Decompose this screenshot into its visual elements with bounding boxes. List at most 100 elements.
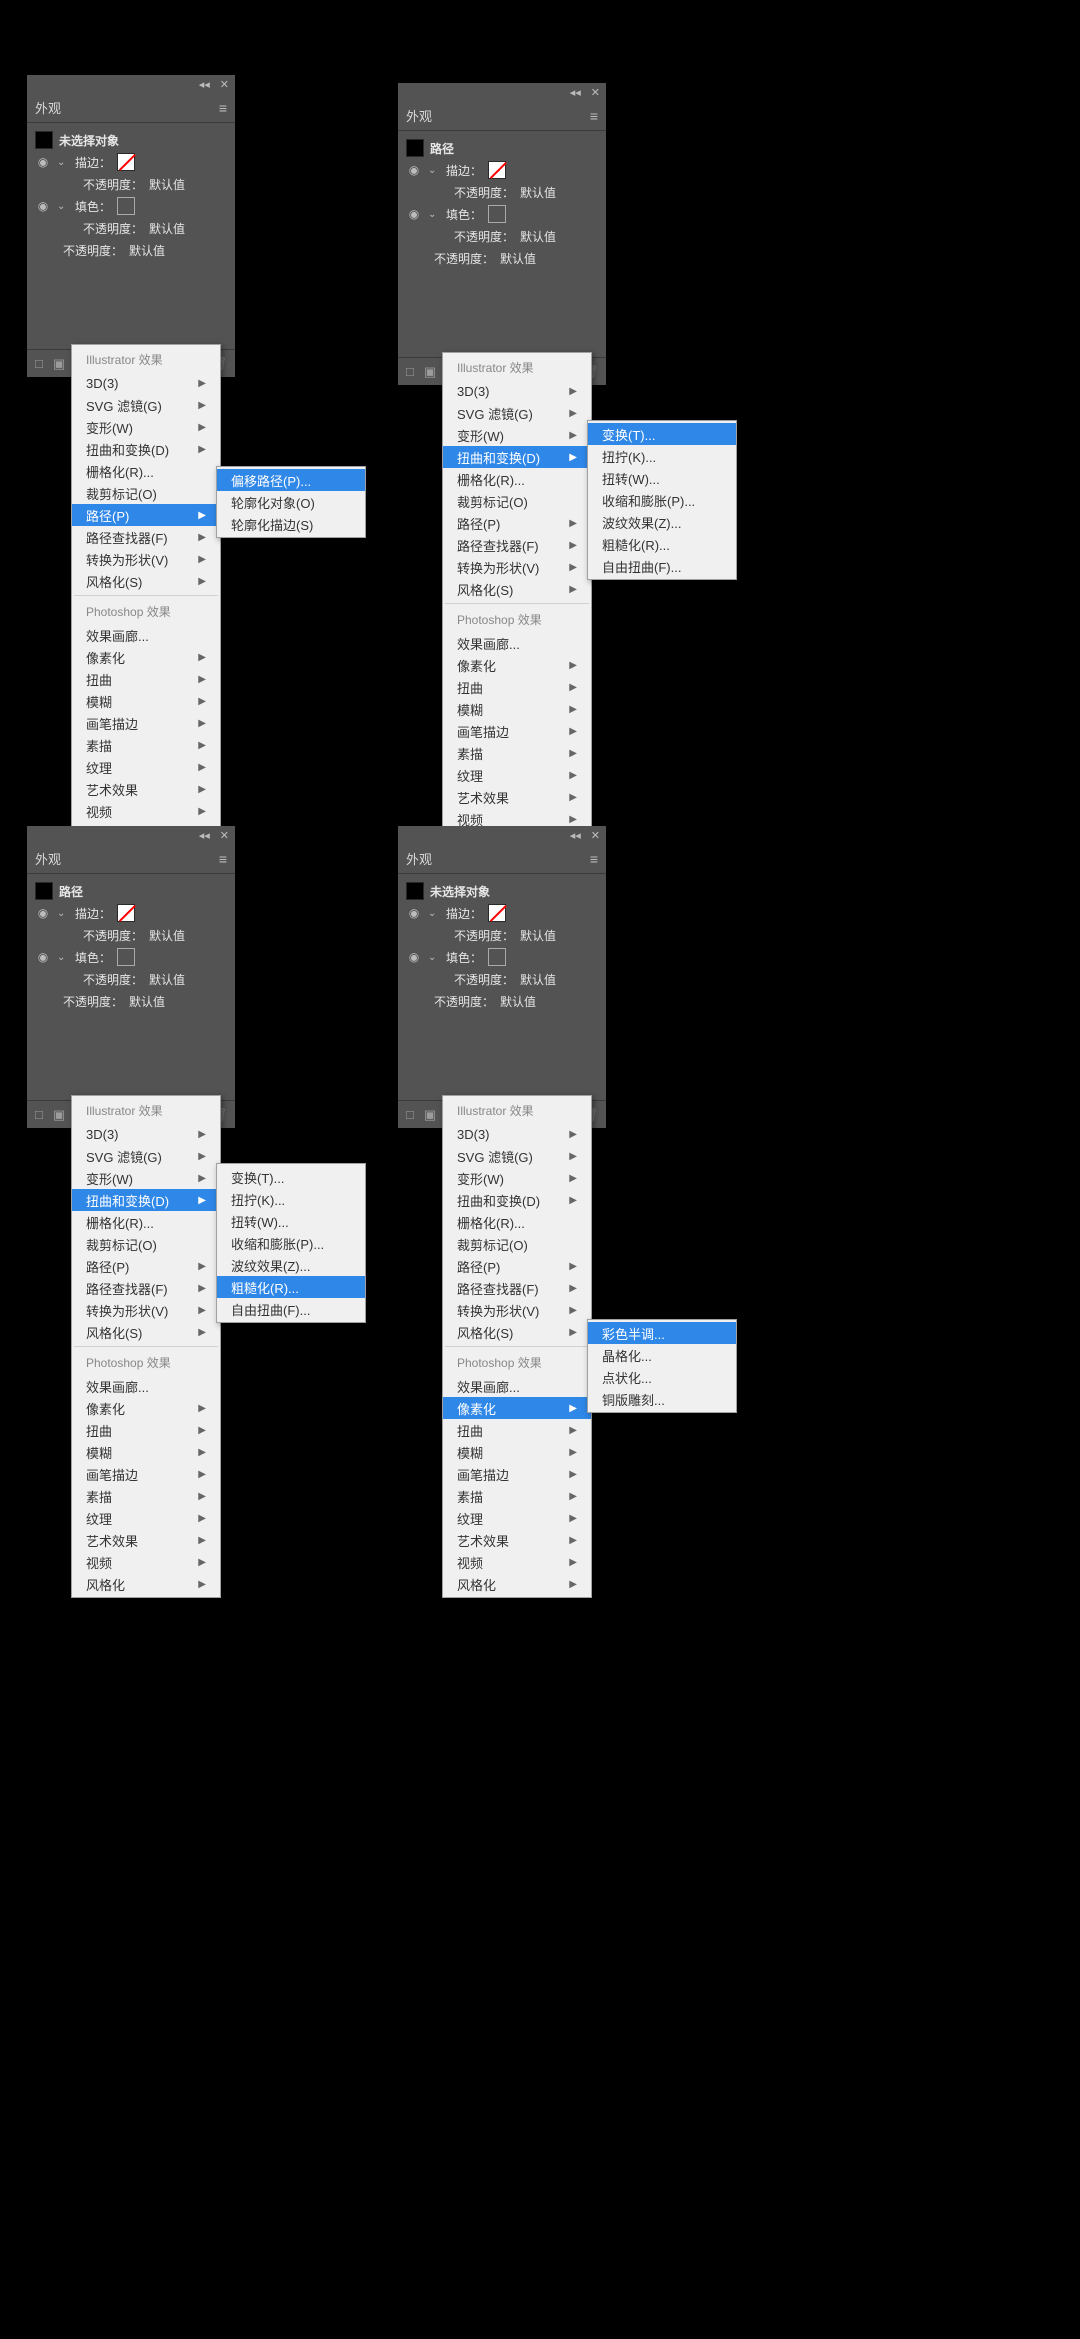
submenu-item[interactable]: 自由扭曲(F)... — [588, 555, 736, 577]
menu-item[interactable]: 纹理▶ — [443, 1507, 591, 1529]
fx-menu-4[interactable]: Illustrator 效果3D(3)▶SVG 滤镜(G)▶变形(W)▶扭曲和变… — [442, 1095, 592, 1598]
close-icon[interactable]: ✕ — [591, 829, 600, 842]
menu-item[interactable]: 画笔描边▶ — [72, 712, 220, 734]
chevron-down-icon[interactable]: ⌄ — [428, 209, 440, 220]
menu-item[interactable]: 素描▶ — [443, 742, 591, 764]
menu-item[interactable]: 像素化▶ — [443, 654, 591, 676]
object-opacity-row[interactable]: 不透明度： 默认值 — [398, 990, 606, 1012]
new-stroke-icon[interactable]: ▣ — [424, 364, 436, 380]
menu-item[interactable]: 路径(P)▶ — [443, 512, 591, 534]
menu-item[interactable]: 转换为形状(V)▶ — [443, 1299, 591, 1321]
stroke-opacity-row[interactable]: 不透明度： 默认值 — [27, 924, 235, 946]
menu-item[interactable]: 扭曲和变换(D)▶ — [72, 1189, 220, 1211]
menu-item[interactable]: 扭曲▶ — [443, 1419, 591, 1441]
fx-submenu-distort-2[interactable]: 变换(T)...扭拧(K)...扭转(W)...收缩和膨胀(P)...波纹效果(… — [216, 1163, 366, 1323]
submenu-item[interactable]: 轮廓化描边(S) — [217, 513, 365, 535]
menu-item[interactable]: 路径(P)▶ — [72, 1255, 220, 1277]
fx-menu-3[interactable]: Illustrator 效果3D(3)▶SVG 滤镜(G)▶变形(W)▶扭曲和变… — [71, 1095, 221, 1598]
menu-item[interactable]: 风格化▶ — [72, 1573, 220, 1595]
menu-item[interactable]: 艺术效果▶ — [72, 1529, 220, 1551]
menu-item[interactable]: 扭曲和变换(D)▶ — [443, 446, 591, 468]
menu-item[interactable]: 素描▶ — [72, 734, 220, 756]
menu-item[interactable]: 3D(3)▶ — [443, 1123, 591, 1145]
menu-item[interactable]: 模糊▶ — [443, 698, 591, 720]
menu-item[interactable]: 转换为形状(V)▶ — [72, 1299, 220, 1321]
chevron-down-icon[interactable]: ⌄ — [57, 201, 69, 212]
menu-item[interactable]: 路径(P)▶ — [443, 1255, 591, 1277]
menu-item[interactable]: 像素化▶ — [443, 1397, 591, 1419]
fill-opacity-row[interactable]: 不透明度： 默认值 — [398, 968, 606, 990]
menu-item[interactable]: 变形(W)▶ — [443, 1167, 591, 1189]
menu-item[interactable]: 栅格化(R)... — [443, 468, 591, 490]
menu-item[interactable]: 栅格化(R)... — [72, 460, 220, 482]
fill-row[interactable]: ◉ ⌄ 填色： — [398, 203, 606, 225]
menu-item[interactable]: 裁剪标记(O) — [72, 482, 220, 504]
panel-menu-icon[interactable]: ≡ — [590, 851, 598, 867]
fill-swatch[interactable] — [488, 205, 506, 223]
menu-item[interactable]: SVG 滤镜(G)▶ — [443, 402, 591, 424]
menu-item[interactable]: 风格化(S)▶ — [443, 578, 591, 600]
menu-item[interactable]: 3D(3)▶ — [72, 1123, 220, 1145]
fill-swatch[interactable] — [117, 197, 135, 215]
visibility-icon[interactable]: ◉ — [35, 155, 51, 169]
visibility-icon[interactable]: ◉ — [406, 950, 422, 964]
menu-item[interactable]: 裁剪标记(O) — [443, 490, 591, 512]
submenu-item[interactable]: 扭拧(K)... — [217, 1188, 365, 1210]
chevron-down-icon[interactable]: ⌄ — [428, 165, 440, 176]
stroke-row[interactable]: ◉ ⌄ 描边： — [398, 902, 606, 924]
menu-item[interactable]: 画笔描边▶ — [443, 1463, 591, 1485]
menu-item[interactable]: 纹理▶ — [443, 764, 591, 786]
new-fill-icon[interactable]: □ — [35, 356, 43, 371]
collapse-icon[interactable]: ◂◂ — [570, 829, 581, 842]
menu-item[interactable]: SVG 滤镜(G)▶ — [72, 394, 220, 416]
submenu-item[interactable]: 晶格化... — [588, 1344, 736, 1366]
submenu-item[interactable]: 粗糙化(R)... — [588, 533, 736, 555]
menu-item[interactable]: 画笔描边▶ — [72, 1463, 220, 1485]
menu-item[interactable]: 艺术效果▶ — [443, 1529, 591, 1551]
menu-item[interactable]: 3D(3)▶ — [443, 380, 591, 402]
menu-item[interactable]: 路径查找器(F)▶ — [72, 1277, 220, 1299]
panel-menu-icon[interactable]: ≡ — [219, 851, 227, 867]
chevron-down-icon[interactable]: ⌄ — [57, 952, 69, 963]
panel-menu-icon[interactable]: ≡ — [590, 108, 598, 124]
menu-item[interactable]: 风格化▶ — [443, 1573, 591, 1595]
fill-row[interactable]: ◉ ⌄ 填色： — [27, 195, 235, 217]
visibility-icon[interactable]: ◉ — [406, 906, 422, 920]
menu-item[interactable]: 转换为形状(V)▶ — [443, 556, 591, 578]
fill-opacity-row[interactable]: 不透明度： 默认值 — [27, 217, 235, 239]
chevron-down-icon[interactable]: ⌄ — [428, 908, 440, 919]
fx-submenu-path[interactable]: 偏移路径(P)...轮廓化对象(O)轮廓化描边(S) — [216, 466, 366, 538]
new-fill-icon[interactable]: □ — [406, 364, 414, 379]
submenu-item[interactable]: 波纹效果(Z)... — [588, 511, 736, 533]
menu-item[interactable]: 效果画廊... — [443, 632, 591, 654]
submenu-item[interactable]: 轮廓化对象(O) — [217, 491, 365, 513]
submenu-item[interactable]: 偏移路径(P)... — [217, 469, 365, 491]
menu-item[interactable]: SVG 滤镜(G)▶ — [443, 1145, 591, 1167]
menu-item[interactable]: 转换为形状(V)▶ — [72, 548, 220, 570]
menu-item[interactable]: 路径查找器(F)▶ — [443, 1277, 591, 1299]
menu-item[interactable]: 效果画廊... — [72, 624, 220, 646]
stroke-opacity-row[interactable]: 不透明度： 默认值 — [398, 924, 606, 946]
visibility-icon[interactable]: ◉ — [35, 906, 51, 920]
menu-item[interactable]: 路径(P)▶ — [72, 504, 220, 526]
stroke-row[interactable]: ◉ ⌄ 描边： — [27, 151, 235, 173]
stroke-opacity-row[interactable]: 不透明度： 默认值 — [27, 173, 235, 195]
menu-item[interactable]: 路径查找器(F)▶ — [72, 526, 220, 548]
menu-item[interactable]: 3D(3)▶ — [72, 372, 220, 394]
visibility-icon[interactable]: ◉ — [35, 199, 51, 213]
collapse-icon[interactable]: ◂◂ — [570, 86, 581, 99]
menu-item[interactable]: 艺术效果▶ — [443, 786, 591, 808]
submenu-item[interactable]: 自由扭曲(F)... — [217, 1298, 365, 1320]
new-fill-icon[interactable]: □ — [35, 1107, 43, 1122]
menu-item[interactable]: 视频▶ — [72, 1551, 220, 1573]
submenu-item[interactable]: 扭转(W)... — [588, 467, 736, 489]
collapse-icon[interactable]: ◂◂ — [199, 78, 210, 91]
submenu-item[interactable]: 铜版雕刻... — [588, 1388, 736, 1410]
menu-item[interactable]: 模糊▶ — [72, 690, 220, 712]
fx-submenu-pixelate[interactable]: 彩色半调...晶格化...点状化...铜版雕刻... — [587, 1319, 737, 1413]
menu-item[interactable]: 风格化(S)▶ — [72, 1321, 220, 1343]
visibility-icon[interactable]: ◉ — [406, 163, 422, 177]
new-fill-icon[interactable]: □ — [406, 1107, 414, 1122]
menu-item[interactable]: 变形(W)▶ — [443, 424, 591, 446]
menu-item[interactable]: 素描▶ — [72, 1485, 220, 1507]
